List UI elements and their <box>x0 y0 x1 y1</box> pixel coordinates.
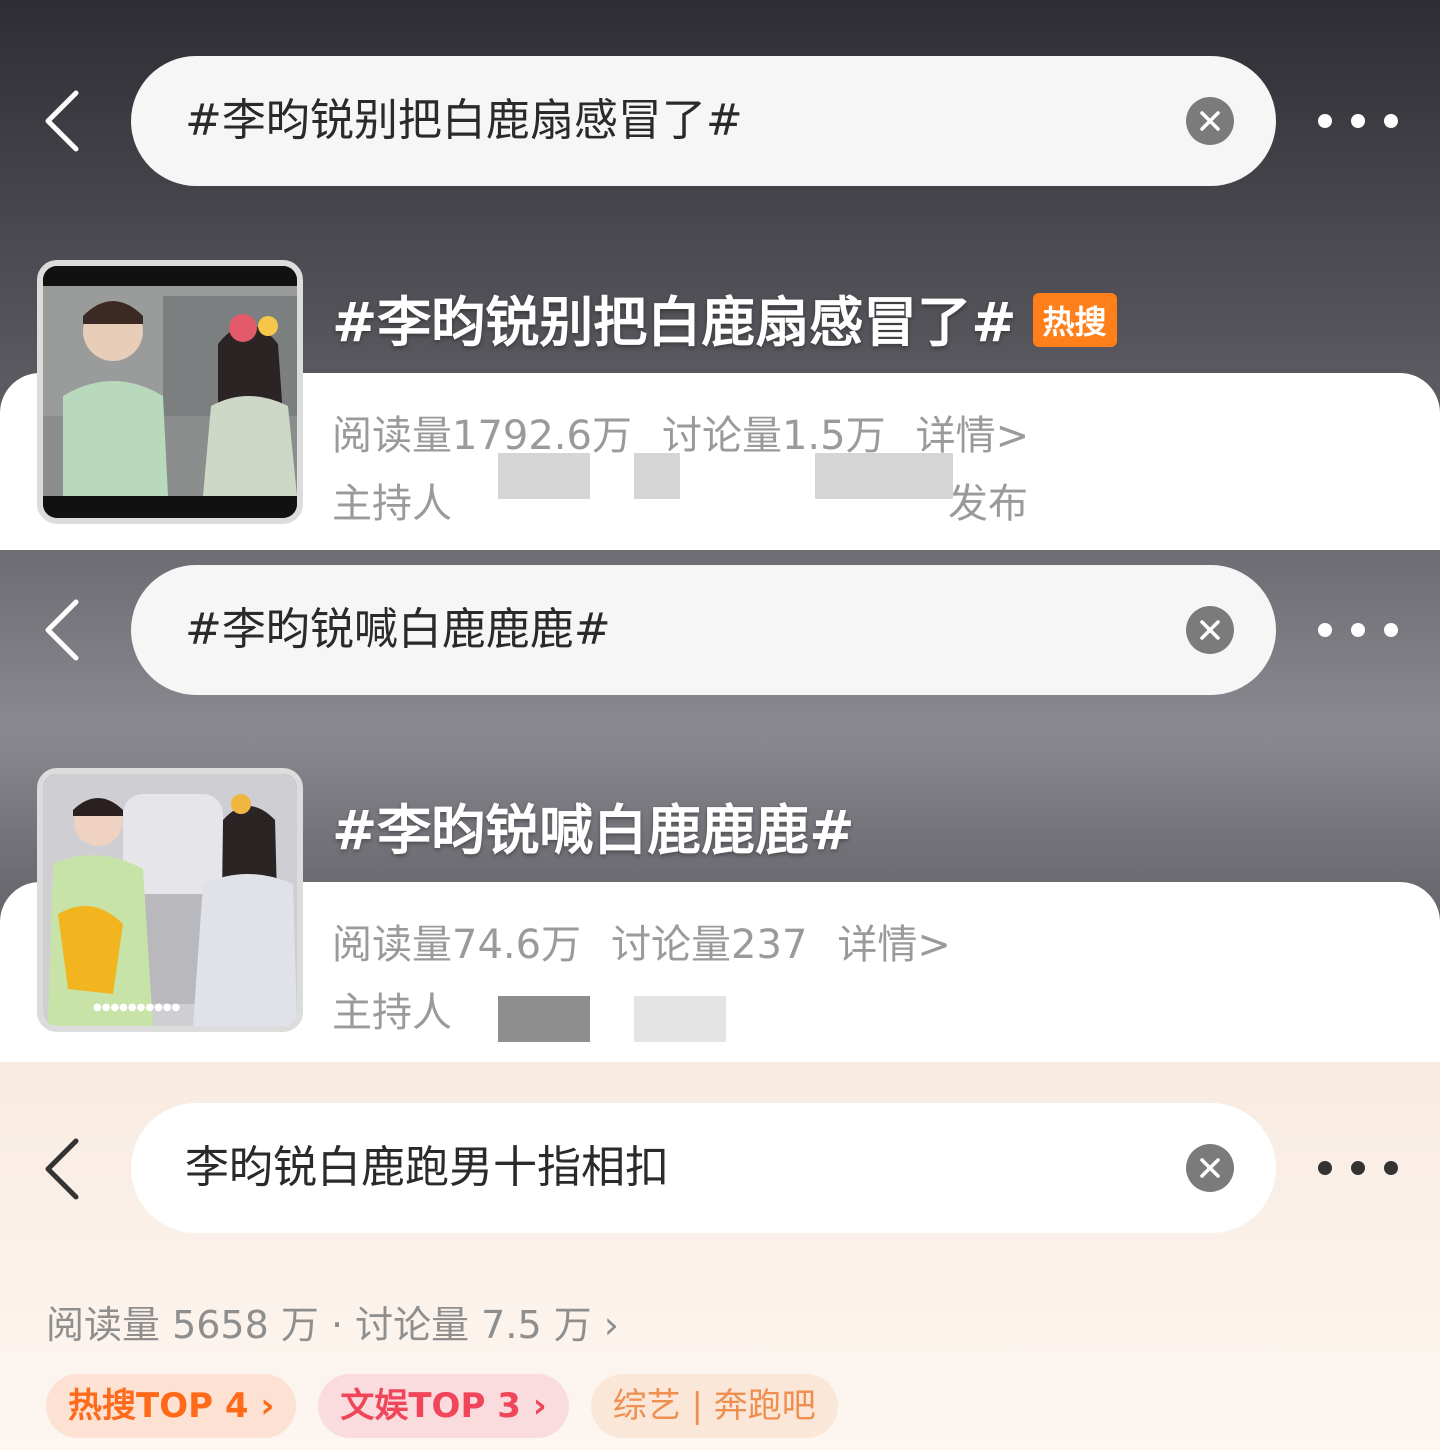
redacted-host-name <box>634 453 680 499</box>
host-line: 主持人 <box>332 471 452 529</box>
svg-text:●●●●●●●●●●: ●●●●●●●●●● <box>93 1002 181 1013</box>
topic-title-text: #李昀锐别把白鹿扇感冒了# <box>332 291 1017 354</box>
tag-hot-rank[interactable]: 热搜TOP 4 › <box>46 1374 297 1438</box>
more-dots-icon[interactable] <box>1318 610 1398 650</box>
search-query-text: #李昀锐别把白鹿扇感冒了# <box>185 95 743 146</box>
read-count: 阅读量74.6万 <box>332 922 582 968</box>
topic-panel-3: 李昀锐白鹿跑男十指相扣 阅读量 5658 万 · 讨论量 7.5 万 › 热搜T… <box>0 1062 1440 1450</box>
search-query-text: #李昀锐喊白鹿鹿鹿# <box>185 604 611 655</box>
topic-panel-1: #李昀锐别把白鹿扇感冒了# 阅读量1792.6万 讨论量1.5万 详情> 主持人 发… <box>0 0 1440 550</box>
topic-title[interactable]: #李昀锐别把白鹿扇感冒了# 热搜 <box>332 278 1117 357</box>
published-label: 发布 <box>948 481 1028 527</box>
redacted-host-name <box>634 996 726 1042</box>
tag-variety-show[interactable]: 综艺 | 奔跑吧 <box>590 1374 838 1438</box>
search-input[interactable]: #李昀锐喊白鹿鹿鹿# <box>131 565 1276 695</box>
topic-stats[interactable]: 阅读量 5658 万 · 讨论量 7.5 万 › <box>46 1294 619 1349</box>
topic-thumbnail[interactable]: ●●●●●●●●●● <box>37 768 303 1032</box>
redacted-host-name <box>498 453 590 499</box>
topic-thumbnail[interactable] <box>37 260 303 524</box>
topic-tags: 热搜TOP 4 › 文娱TOP 3 › 综艺 | 奔跑吧 <box>46 1374 838 1438</box>
more-dots-icon[interactable] <box>1318 1148 1398 1188</box>
close-icon[interactable] <box>1186 606 1234 654</box>
back-arrow-icon[interactable] <box>36 86 88 156</box>
topic-panel-2: #李昀锐喊白鹿鹿鹿# 阅读量74.6万 讨论量237 详情> 主持人 ●●●●●… <box>0 550 1440 1062</box>
back-arrow-icon[interactable] <box>36 595 88 665</box>
search-input[interactable]: 李昀锐白鹿跑男十指相扣 <box>131 1103 1276 1233</box>
discussion-count: 讨论量237 <box>611 922 808 968</box>
close-icon[interactable] <box>1186 1144 1234 1192</box>
host-label: 主持人 <box>332 990 452 1036</box>
host-label: 主持人 <box>332 481 452 527</box>
search-query-text: 李昀锐白鹿跑男十指相扣 <box>185 1142 669 1193</box>
topic-stats: 阅读量74.6万 讨论量237 详情> <box>332 912 981 970</box>
redacted-host-name <box>498 996 590 1042</box>
back-arrow-icon[interactable] <box>36 1134 88 1204</box>
search-input[interactable]: #李昀锐别把白鹿扇感冒了# <box>131 56 1276 186</box>
more-dots-icon[interactable] <box>1318 101 1398 141</box>
tag-entertainment-rank[interactable]: 文娱TOP 3 › <box>318 1374 569 1438</box>
hot-badge: 热搜 <box>1032 293 1117 348</box>
details-link[interactable]: 详情> <box>837 922 951 968</box>
topic-title[interactable]: #李昀锐喊白鹿鹿鹿# <box>332 786 855 865</box>
close-icon[interactable] <box>1186 97 1234 145</box>
host-line: 主持人 <box>332 980 452 1038</box>
redacted-publisher <box>815 453 953 499</box>
